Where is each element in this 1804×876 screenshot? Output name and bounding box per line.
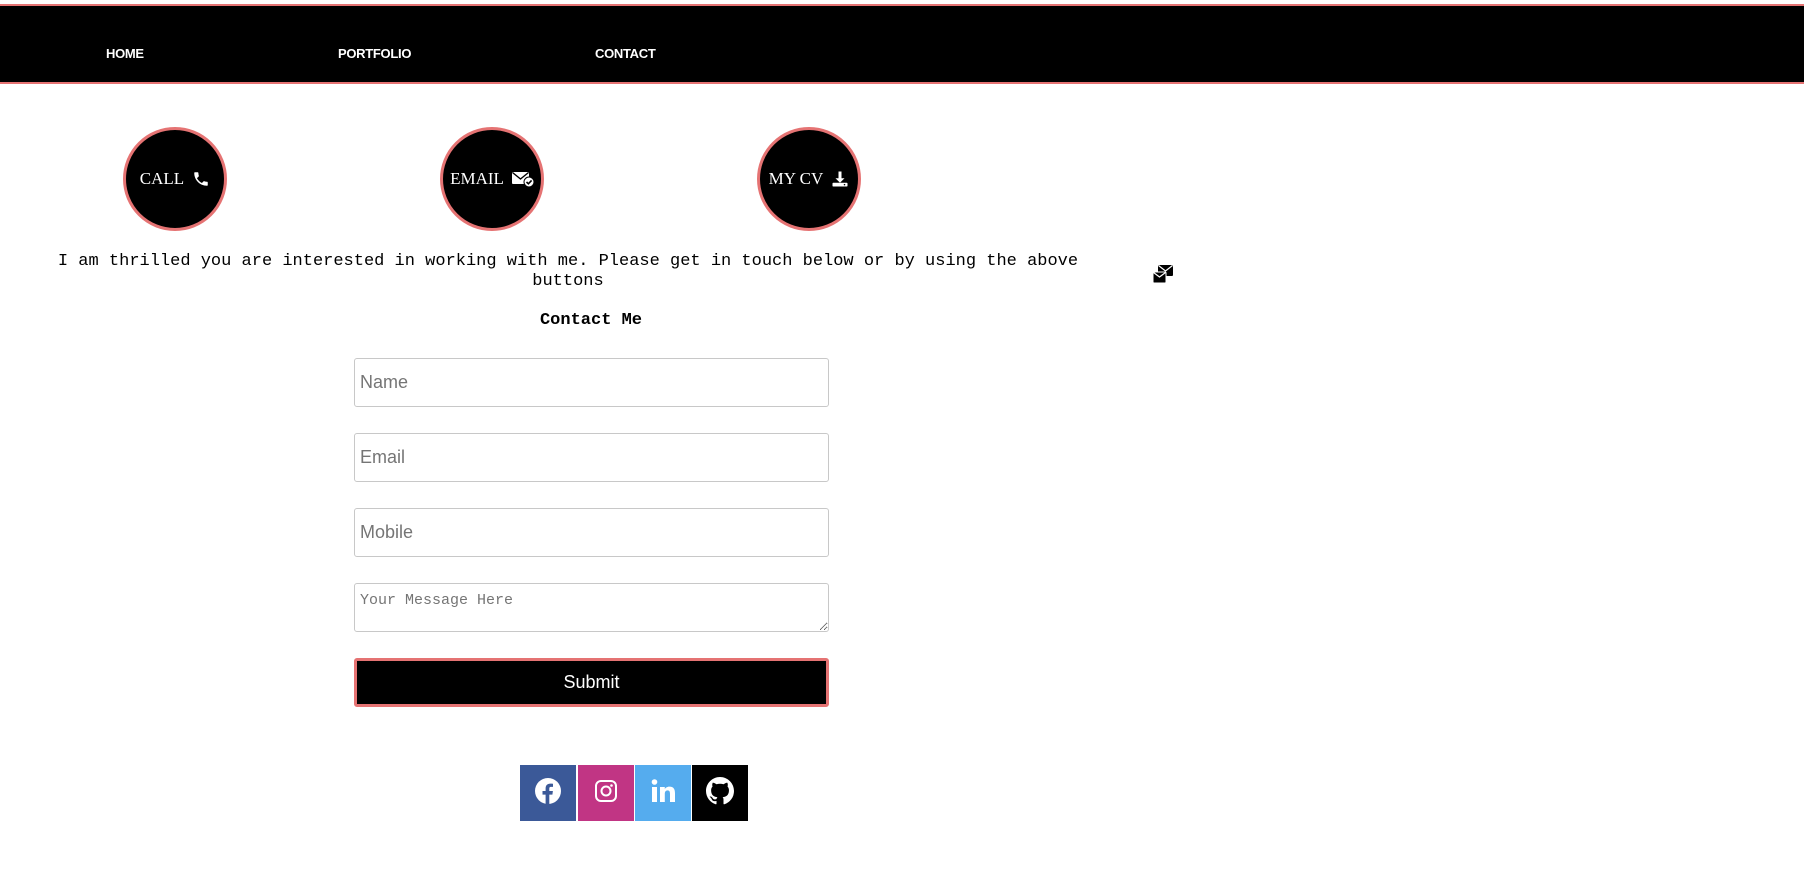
call-button-label: CALL (139, 169, 185, 188)
phone-icon (192, 170, 210, 188)
intro-text: I am thrilled you are interested in work… (57, 252, 1079, 291)
facebook-icon (534, 777, 562, 810)
linkedin-link[interactable] (635, 765, 691, 821)
github-icon (706, 776, 734, 810)
linkedin-icon (650, 778, 676, 809)
cv-button-label: MY CV (768, 169, 824, 188)
nav-home-link[interactable]: HOME (106, 46, 144, 61)
email-button[interactable]: EMAIL (440, 127, 544, 231)
name-input[interactable] (354, 358, 829, 407)
message-textarea[interactable] (354, 583, 829, 632)
instagram-link[interactable] (578, 765, 634, 821)
email-input[interactable] (354, 433, 829, 482)
instagram-icon (594, 779, 618, 808)
navbar: HOME PORTFOLIO CONTACT (0, 4, 1804, 84)
call-button[interactable]: CALL (123, 127, 227, 231)
nav-contact-link[interactable]: CONTACT (595, 46, 656, 61)
nav-portfolio-link[interactable]: PORTFOLIO (338, 46, 411, 61)
cv-button[interactable]: MY CV (757, 127, 861, 231)
mail-bulk-icon (1152, 264, 1174, 289)
mobile-input[interactable] (354, 508, 829, 557)
facebook-link[interactable] (520, 765, 576, 821)
submit-button[interactable]: Submit (354, 658, 829, 707)
download-icon (831, 170, 849, 188)
envelope-check-icon (511, 171, 534, 187)
contact-form-title: Contact Me (539, 311, 643, 330)
github-link[interactable] (692, 765, 748, 821)
email-button-label: EMAIL (450, 169, 504, 188)
